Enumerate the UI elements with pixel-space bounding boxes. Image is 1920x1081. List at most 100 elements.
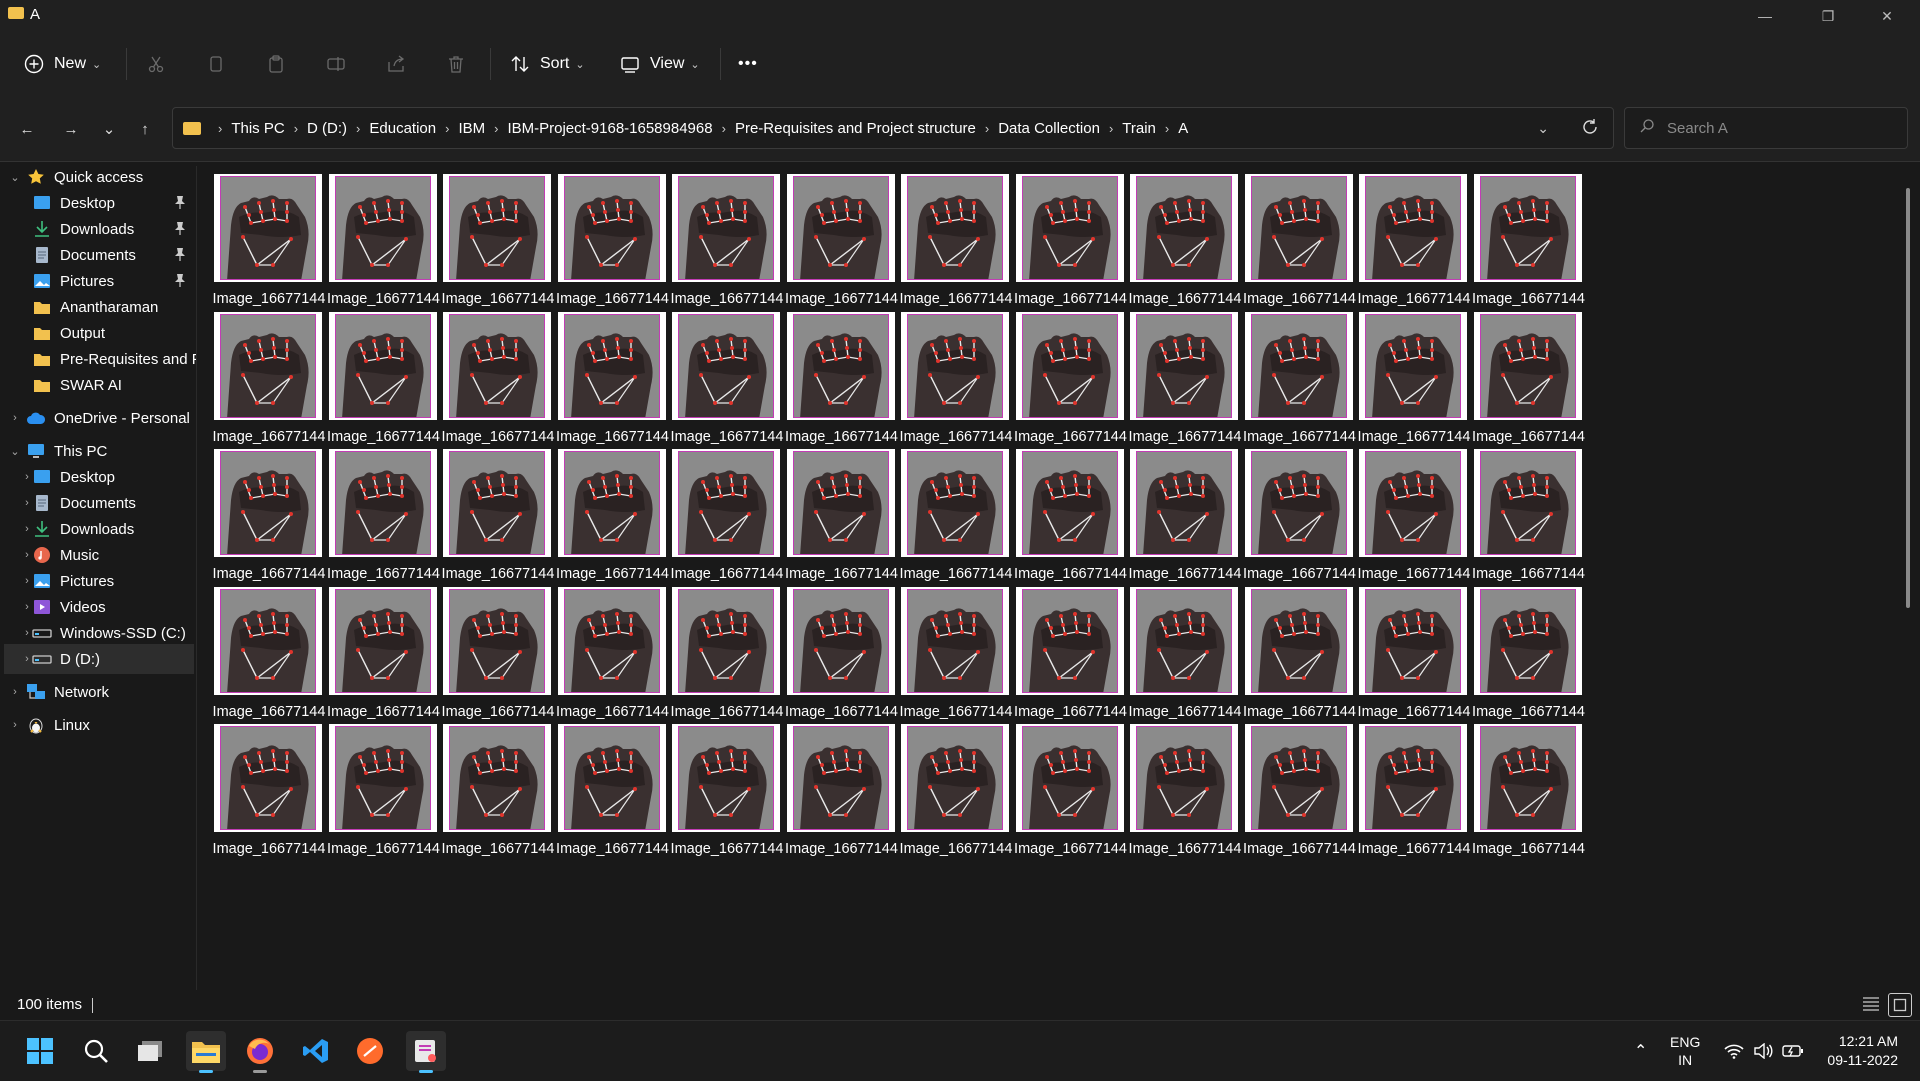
clock[interactable]: 12:21 AM 09-11-2022 <box>1818 1021 1898 1081</box>
sidebar-item-d-d[interactable]: › D (D:) <box>4 644 194 674</box>
title-bar: A — ❐ ✕ <box>0 0 1920 32</box>
chevron-right-icon: › <box>445 120 450 136</box>
drive-icon <box>32 624 52 642</box>
share-button[interactable] <box>386 46 406 82</box>
chevron-down-icon[interactable]: ⌄ <box>1537 120 1549 137</box>
close-button[interactable]: ✕ <box>1864 0 1910 32</box>
recent-locations-button[interactable]: ⌄ <box>94 114 124 144</box>
breadcrumb-item[interactable]: D (D:) <box>307 120 347 137</box>
up-button[interactable]: ↑ <box>130 114 160 144</box>
new-button[interactable]: New ⌄ <box>24 46 101 82</box>
sidebar-item-swar-ai[interactable]: SWAR AI <box>0 370 196 400</box>
sublime-taskbar-button[interactable] <box>350 1031 390 1071</box>
folder-icon <box>32 298 52 316</box>
file-grid: Image_1667714449.7824135Image_1667714450… <box>196 166 1896 990</box>
breadcrumb-item[interactable]: A <box>1178 120 1188 137</box>
running-indicator <box>199 1070 213 1073</box>
sidebar-item-label: Music <box>60 546 100 564</box>
wifi-icon <box>1724 1044 1744 1059</box>
file-item[interactable]: Image_16677144 <box>1444 710 1585 870</box>
clipboard-icon <box>266 54 286 74</box>
region-label: IN <box>1678 1052 1693 1068</box>
forward-button[interactable]: → <box>56 114 86 144</box>
view-button[interactable]: View ⌄ <box>620 46 700 82</box>
breadcrumb-item[interactable]: IBM <box>458 120 485 137</box>
pc-icon <box>26 442 46 460</box>
minimize-button[interactable]: — <box>1742 0 1788 32</box>
toolbar-divider <box>720 48 721 80</box>
system-tray-icons[interactable] <box>1724 1021 1804 1081</box>
sidebar-item-linux[interactable]: › Linux <box>0 710 196 740</box>
search-icon <box>84 1039 108 1063</box>
task-view-icon <box>138 1041 162 1061</box>
breadcrumb-item[interactable]: Data Collection <box>998 120 1100 137</box>
chevron-down-icon: ⌄ <box>690 58 700 71</box>
view-icon <box>620 54 640 74</box>
share-icon <box>386 54 406 74</box>
firefox-taskbar-button[interactable] <box>240 1031 280 1073</box>
breadcrumb-item[interactable]: Pre-Requisites and Project structure <box>735 120 976 137</box>
sidebar-item-network[interactable]: › Network <box>0 677 196 707</box>
large-icons-view-icon <box>1893 998 1907 1012</box>
folder-icon <box>32 376 52 394</box>
taskbar-search-button[interactable] <box>76 1031 116 1071</box>
more-options-button[interactable]: ••• <box>738 46 758 82</box>
status-bar: 100 items <box>0 990 1920 1020</box>
copy-button[interactable] <box>206 46 226 82</box>
input-language-indicator[interactable]: ENG IN <box>1670 1021 1700 1081</box>
details-view-icon <box>1863 997 1879 1011</box>
snipping-tool-taskbar-button[interactable] <box>406 1031 446 1073</box>
chevron-right-icon[interactable]: › <box>8 719 22 731</box>
chevron-down-icon[interactable]: ⌄ <box>8 445 22 458</box>
sidebar-item-label: Linux <box>54 716 90 734</box>
file-item[interactable]: Image_1667714451.5064433 <box>1444 435 1585 601</box>
toolbar-divider <box>490 48 491 80</box>
videos-icon <box>32 598 52 616</box>
view-label: View <box>650 55 685 72</box>
breadcrumb-item[interactable]: This PC <box>231 120 284 137</box>
chevron-right-icon[interactable]: › <box>8 412 22 424</box>
start-button[interactable] <box>20 1031 60 1071</box>
large-icons-view-toggle[interactable] <box>1888 993 1912 1017</box>
image-thumbnail <box>1473 449 1582 557</box>
paste-button[interactable] <box>266 46 286 82</box>
file-item[interactable]: Image_1667714452.611685 <box>1444 573 1585 739</box>
cut-button[interactable] <box>146 46 166 82</box>
pin-icon <box>174 221 186 238</box>
breadcrumb-item[interactable]: Education <box>369 120 436 137</box>
star-icon <box>26 168 46 186</box>
rename-button[interactable] <box>326 46 346 82</box>
running-indicator <box>419 1070 433 1073</box>
refresh-icon[interactable] <box>1581 118 1599 140</box>
music-icon <box>32 546 52 564</box>
breadcrumb-item[interactable]: IBM-Project-9168-1658984968 <box>507 120 712 137</box>
sidebar-item-label: Anantharaman <box>60 298 159 316</box>
file-explorer-taskbar-button[interactable] <box>186 1031 226 1073</box>
file-item[interactable]: Image_1667714451.0664663 <box>1444 298 1585 464</box>
back-button[interactable]: ← <box>12 114 42 144</box>
restore-button[interactable]: ❐ <box>1805 0 1851 32</box>
folder-icon <box>8 7 24 19</box>
copy-icon <box>206 54 226 74</box>
sidebar-item-onedrive-personal[interactable]: › OneDrive - Personal <box>0 403 196 433</box>
chevron-down-icon[interactable]: ⌄ <box>8 171 22 184</box>
vscode-taskbar-button[interactable] <box>296 1031 336 1071</box>
search-box[interactable]: Search A <box>1624 107 1908 149</box>
file-name-line: Image_16677144 <box>1472 841 1585 857</box>
clock-time: 12:21 AM <box>1838 1033 1898 1049</box>
chevron-right-icon[interactable]: › <box>8 686 22 698</box>
sidebar-item-label: This PC <box>54 442 108 460</box>
address-bar[interactable]: › This PC › D (D:) › Education › IBM › IBM-Proje… <box>172 107 1614 149</box>
delete-button[interactable] <box>446 46 466 82</box>
sort-button[interactable]: Sort ⌄ <box>510 46 585 82</box>
sort-icon <box>510 54 530 74</box>
task-view-button[interactable] <box>130 1031 170 1071</box>
image-thumbnail <box>1473 586 1582 695</box>
running-indicator <box>253 1070 267 1073</box>
linux-icon <box>26 716 46 734</box>
show-hidden-icons-button[interactable]: ⌃ <box>1634 1021 1647 1081</box>
details-view-toggle[interactable] <box>1860 993 1882 1015</box>
breadcrumb-item[interactable]: Train <box>1122 120 1156 137</box>
vertical-scrollbar[interactable] <box>1906 188 1910 608</box>
sidebar-item-label: Network <box>54 683 110 701</box>
